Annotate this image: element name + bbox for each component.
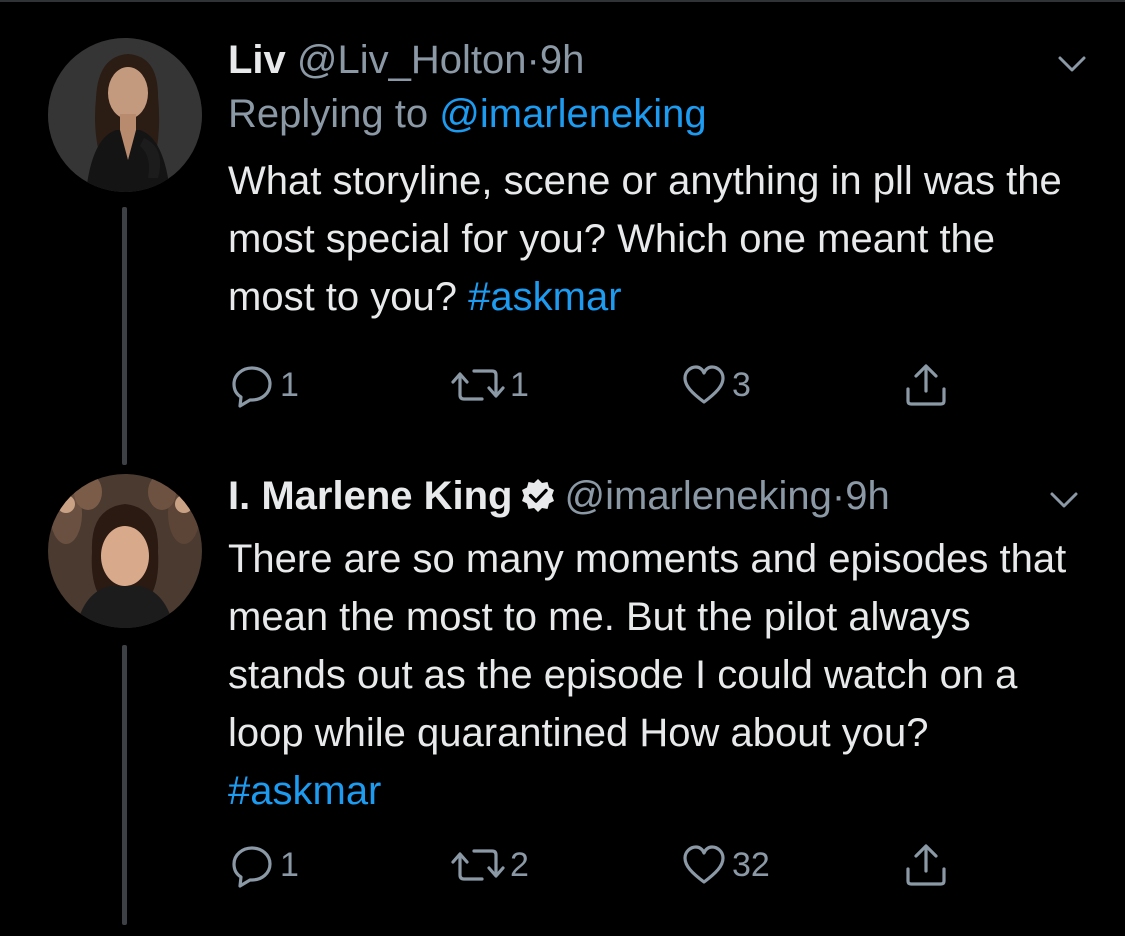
user-handle[interactable]: @imarleneking: [565, 474, 832, 518]
tweet-text: There are so many moments and episodes t…: [228, 530, 1078, 820]
thread-line-2: [122, 645, 127, 925]
thread-line-1: [122, 207, 127, 465]
replying-to-line: Replying to @imarleneking: [228, 90, 1085, 138]
reply-icon: [232, 846, 272, 888]
like-button[interactable]: 32: [680, 840, 770, 890]
retweet-icon: [451, 369, 505, 401]
heart-icon: [683, 845, 725, 884]
reply-count: 1: [280, 365, 299, 404]
hashtag-link[interactable]: #askmar: [468, 275, 621, 319]
chevron-down-icon[interactable]: [1052, 44, 1092, 84]
timestamp[interactable]: 9h: [540, 38, 585, 82]
reply-button[interactable]: 1: [228, 360, 299, 410]
like-count: 32: [732, 845, 770, 884]
separator-dot: ·: [831, 474, 846, 518]
share-button[interactable]: [902, 840, 950, 890]
tweet-text-body: There are so many moments and episodes t…: [228, 537, 1067, 755]
retweet-icon: [451, 849, 505, 881]
verified-badge-icon: [519, 477, 557, 526]
avatar-marlene-king[interactable]: [48, 474, 202, 628]
user-handle[interactable]: @Liv_Holton: [297, 38, 527, 82]
heart-icon: [683, 365, 725, 404]
share-icon: [906, 364, 946, 406]
retweet-count: 2: [510, 845, 529, 884]
retweet-count: 1: [510, 365, 529, 404]
tweet-actions: 1 1 3: [228, 360, 988, 410]
mention-link[interactable]: @imarleneking: [439, 92, 706, 136]
reply-icon: [232, 366, 272, 408]
avatar-liv[interactable]: [48, 38, 202, 192]
retweet-button[interactable]: 2: [450, 840, 529, 890]
reply-count: 1: [280, 845, 299, 884]
tweet-text-body: What storyline, scene or anything in pll…: [228, 159, 1062, 319]
tweet-header: Liv @Liv_Holton·9h: [228, 36, 1085, 84]
tweet-text: What storyline, scene or anything in pll…: [228, 152, 1068, 326]
share-button[interactable]: [902, 360, 950, 410]
tweet-header: I. Marlene King @imarleneking·9h: [228, 472, 1085, 526]
top-divider: [0, 0, 1125, 2]
replying-to-prefix: Replying to: [228, 92, 429, 136]
display-name[interactable]: I. Marlene King: [228, 474, 513, 518]
reply-button[interactable]: 1: [228, 840, 299, 890]
like-count: 3: [732, 365, 751, 404]
like-button[interactable]: 3: [680, 360, 751, 410]
display-name[interactable]: Liv: [228, 38, 286, 82]
hashtag-link[interactable]: #askmar: [228, 769, 381, 813]
tweet-actions: 1 2 32: [228, 840, 988, 890]
share-icon: [906, 844, 946, 886]
chevron-down-icon[interactable]: [1044, 480, 1084, 520]
separator-dot: ·: [526, 38, 540, 82]
retweet-button[interactable]: 1: [450, 360, 529, 410]
timestamp[interactable]: 9h: [845, 474, 890, 518]
